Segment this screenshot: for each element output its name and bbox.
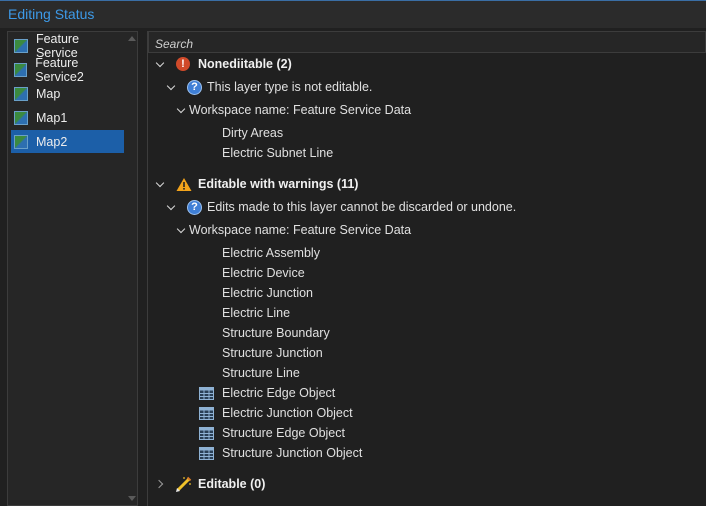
table-icon bbox=[199, 426, 214, 440]
map-icon bbox=[14, 63, 28, 77]
layer-item[interactable]: Electric Junction bbox=[222, 283, 313, 303]
table-icon bbox=[199, 446, 214, 460]
map-list-scrollbar[interactable] bbox=[125, 32, 137, 505]
layer-label: Electric Line bbox=[222, 306, 291, 320]
layer-label: Electric Assembly bbox=[222, 246, 320, 260]
reason-noneditable[interactable]: ? This layer type is not editable. bbox=[167, 77, 372, 97]
layer-item[interactable]: Dirty Areas bbox=[222, 123, 283, 143]
pencil-icon bbox=[176, 476, 192, 492]
group-editable[interactable]: Editable (0) bbox=[156, 474, 265, 494]
layer-label: Electric Device bbox=[222, 266, 305, 280]
table-icon bbox=[199, 406, 214, 420]
map-icon bbox=[14, 87, 28, 101]
layer-label: Electric Junction bbox=[222, 286, 314, 300]
group-label: Editable with warnings (11) bbox=[198, 177, 359, 191]
group-editable-with-warnings[interactable]: Editable with warnings (11) bbox=[156, 174, 358, 194]
scroll-up-arrow-icon[interactable] bbox=[128, 36, 136, 41]
layer-item[interactable]: Electric Assembly bbox=[222, 243, 320, 263]
question-icon: ? bbox=[187, 199, 202, 215]
map-icon bbox=[14, 111, 28, 125]
map-list-item-feature-service2[interactable]: Feature Service2 bbox=[11, 56, 124, 84]
map-list-item-map1[interactable]: Map1 bbox=[11, 107, 124, 129]
map-label: Map2 bbox=[36, 134, 68, 149]
map-icon bbox=[14, 134, 28, 149]
layer-item[interactable]: Structure Line bbox=[222, 363, 300, 383]
chevron-down-icon[interactable] bbox=[167, 202, 177, 212]
map-list-item-map[interactable]: Map bbox=[11, 83, 124, 105]
table-item[interactable]: Electric Junction Object bbox=[199, 403, 353, 423]
map-icon bbox=[14, 39, 28, 53]
table-item[interactable]: Electric Edge Object bbox=[199, 383, 335, 403]
layer-item[interactable]: Electric Subnet Line bbox=[222, 143, 333, 163]
chevron-right-icon[interactable] bbox=[156, 479, 166, 489]
layer-label: Structure Line bbox=[222, 366, 300, 380]
map-label: Feature Service2 bbox=[35, 56, 84, 84]
layer-item[interactable]: Electric Device bbox=[222, 263, 305, 283]
table-label: Structure Edge Object bbox=[222, 426, 345, 440]
title-bar: Editing Status bbox=[0, 1, 706, 28]
reason-label: This layer type is not editable. bbox=[207, 80, 373, 94]
map-label: Map bbox=[36, 87, 61, 101]
map-list[interactable]: Feature Service Feature Service2 Map Map… bbox=[7, 31, 138, 506]
error-icon: ! bbox=[176, 57, 190, 71]
chevron-down-icon[interactable] bbox=[156, 179, 166, 189]
table-label: Structure Junction Object bbox=[222, 446, 363, 460]
group-noneditable[interactable]: ! Nonediitable (2) bbox=[156, 54, 292, 74]
workspace-warnings[interactable]: Workspace name: Feature Service Data bbox=[177, 220, 411, 240]
chevron-down-icon[interactable] bbox=[167, 82, 177, 92]
workspace-label: Workspace name: Feature Service Data bbox=[189, 223, 412, 237]
chevron-down-icon[interactable] bbox=[177, 225, 189, 235]
layer-item[interactable]: Electric Line bbox=[222, 303, 290, 323]
reason-label: Edits made to this layer cannot be disca… bbox=[207, 200, 517, 214]
table-label: Electric Edge Object bbox=[222, 386, 336, 400]
search-input[interactable] bbox=[148, 31, 706, 53]
chevron-down-icon[interactable] bbox=[177, 105, 189, 115]
table-item[interactable]: Structure Edge Object bbox=[199, 423, 345, 443]
scroll-down-arrow-icon[interactable] bbox=[128, 496, 136, 501]
layer-label: Electric Subnet Line bbox=[222, 146, 334, 160]
layer-label: Structure Boundary bbox=[222, 326, 330, 340]
table-item[interactable]: Structure Junction Object bbox=[199, 443, 362, 463]
editing-status-tree: ! Nonediitable (2) ? This layer type is … bbox=[147, 31, 706, 506]
chevron-down-icon[interactable] bbox=[156, 59, 166, 69]
reason-warnings[interactable]: ? Edits made to this layer cannot be dis… bbox=[167, 197, 516, 217]
workspace-label: Workspace name: Feature Service Data bbox=[189, 103, 412, 117]
table-icon bbox=[199, 386, 214, 400]
layer-item[interactable]: Structure Boundary bbox=[222, 323, 330, 343]
map-list-item-feature-service[interactable]: Feature Service bbox=[11, 32, 124, 60]
window-title: Editing Status bbox=[8, 6, 95, 22]
map-list-item-map2[interactable]: Map2 bbox=[11, 130, 124, 153]
workspace-noneditable[interactable]: Workspace name: Feature Service Data bbox=[177, 100, 411, 120]
table-label: Electric Junction Object bbox=[222, 406, 353, 420]
map-label: Map1 bbox=[36, 111, 68, 125]
layer-label: Structure Junction bbox=[222, 346, 323, 360]
layer-item[interactable]: Structure Junction bbox=[222, 343, 323, 363]
warning-icon bbox=[176, 177, 192, 191]
group-label: Nonediitable (2) bbox=[198, 57, 292, 71]
group-label: Editable (0) bbox=[198, 477, 266, 491]
layer-label: Dirty Areas bbox=[222, 126, 284, 140]
question-icon: ? bbox=[187, 79, 202, 95]
